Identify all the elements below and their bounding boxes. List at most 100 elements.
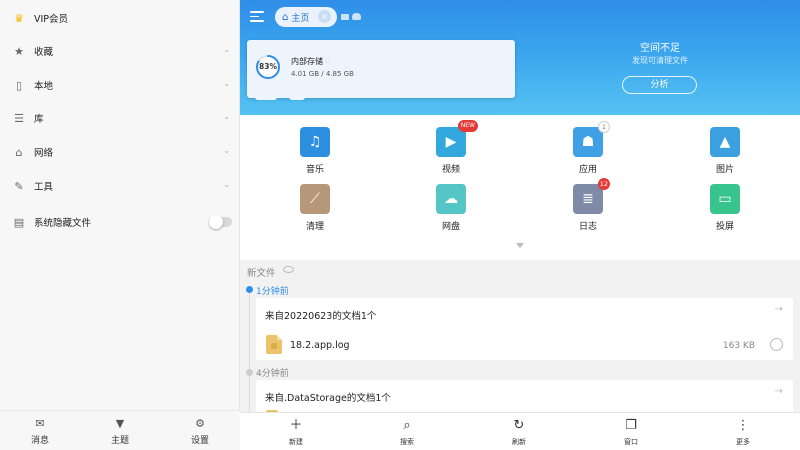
category-images[interactable]: ▲ 图片 [695, 127, 755, 175]
more-icon: ⋮ [736, 418, 750, 433]
space-warning-subtitle: 发现可清理文件 [632, 56, 688, 65]
vip-crown-icon: ♛ [14, 11, 24, 25]
new-badge: NEW [457, 120, 478, 132]
storage-card[interactable]: 83% 内部存储 ◌ 4.01 GB / 4.85 GB [247, 40, 515, 100]
phone-icon: ▯ [15, 78, 23, 92]
toolbar-label: 窗口 [624, 438, 638, 446]
layers-icon: ☰ [14, 111, 24, 125]
category-cast[interactable]: ▭ 投屏 [695, 184, 755, 232]
analyze-button[interactable]: 分析 [622, 76, 697, 94]
category-label: 音乐 [305, 165, 324, 175]
category-label: 网盘 [441, 222, 460, 232]
sidebar-item-label: 网络 [34, 148, 54, 159]
arrow-right-icon[interactable]: → [775, 304, 783, 315]
messages-button[interactable]: ✉ 消息 [10, 417, 70, 446]
count-badge: 12 [597, 178, 610, 190]
file-name[interactable]: 18.2.app.log [290, 340, 350, 351]
recent-files: 新文件 1分钟前 来自20220623的文档1个 → 18.2.app.log … [240, 260, 800, 412]
tab-home-label: 主页 [291, 13, 310, 24]
timeline-dot-active [246, 286, 253, 293]
eye-icon[interactable] [283, 266, 294, 273]
storage-percent: 83% [259, 62, 277, 71]
windows-button[interactable]: ❐ 窗口 [606, 418, 656, 447]
info-icon: ◌ [325, 56, 332, 64]
chevron-down-icon: ⌄ [223, 180, 230, 189]
select-checkbox[interactable] [770, 338, 783, 351]
category-label: 视频 [441, 165, 460, 175]
cloud-icon: ☁ [436, 184, 466, 214]
sidebar-item-tools[interactable]: ✎ 工具 ⌄ [0, 171, 240, 201]
category-label: 清理 [305, 222, 324, 232]
category-label: 投屏 [715, 222, 734, 232]
time-label: 4分钟前 [256, 369, 289, 379]
recent-group-card[interactable]: 来自.DataStorage的文档1个 → [256, 380, 793, 412]
sidebar-item-label: 本地 [34, 81, 54, 92]
file-icon [266, 335, 282, 354]
sidebar-item-network[interactable]: ⌂ 网络 ⌄ [0, 137, 240, 167]
search-icon: ⌕ [403, 418, 411, 433]
chevron-down-icon: ⌄ [223, 146, 230, 155]
recent-files-title: 新文件 [247, 268, 276, 279]
plus-icon: ＋ [289, 418, 303, 433]
category-video[interactable]: ▶ NEW 视频 [421, 120, 481, 175]
tab-home[interactable]: ⌂ 主页 × [275, 7, 337, 27]
recent-group-card[interactable]: 来自20220623的文档1个 → 18.2.app.log 163 KB [256, 298, 793, 360]
category-label: 图片 [715, 165, 734, 175]
chevron-down-icon: ⌄ [223, 79, 230, 88]
video-icon: ▶ NEW [436, 120, 478, 157]
arrow-right-icon[interactable]: → [775, 386, 783, 397]
category-apps[interactable]: ☗ 1 应用 [558, 121, 618, 175]
toolbar-label: 更多 [736, 438, 750, 446]
sidebar-item-favorites[interactable]: ★ 收藏 ⌄ [0, 36, 240, 66]
card-tab-decoration [289, 96, 305, 100]
timeline-line [249, 290, 250, 412]
sidebar: ♛ VIP会员 ★ 收藏 ⌄ ▯ 本地 ⌄ ☰ 库 ⌄ ⌂ 网络 ⌄ ✎ 工具 … [0, 0, 240, 450]
sidebar-item-local[interactable]: ▯ 本地 ⌄ [0, 70, 240, 100]
category-music[interactable]: ♫ 音乐 [285, 127, 345, 175]
file-size: 163 KB [722, 341, 755, 351]
category-clean[interactable]: ⟋ 清理 [285, 184, 345, 232]
settings-button[interactable]: ⚙ 设置 [170, 417, 230, 446]
hidden-files-label: 系统隐藏文件 [34, 218, 92, 229]
toggle-knob [209, 215, 223, 229]
category-label: 日志 [578, 222, 597, 232]
chevron-down-icon: ⌄ [223, 45, 230, 54]
bottom-toolbar: ＋ 新建 ⌕ 搜索 ↻ 刷新 ❐ 窗口 ⋮ 更多 [240, 412, 800, 450]
home-icon: ⌂ [282, 11, 289, 23]
sidebar-item-label: 收藏 [34, 47, 54, 58]
close-tab-icon[interactable]: × [318, 10, 331, 23]
vip-member-item[interactable]: ♛ VIP会员 [0, 3, 240, 33]
header: ⌂ 主页 × 83% 内部存储 ◌ 4.01 GB / 4.85 GB 空间不足… [240, 0, 800, 115]
storage-name: 内部存储 [291, 57, 323, 66]
recent-group-title: 来自.DataStorage的文档1个 [265, 393, 391, 404]
star-icon: ★ [14, 44, 24, 58]
category-cloud[interactable]: ☁ 网盘 [421, 184, 481, 232]
more-button[interactable]: ⋮ 更多 [718, 418, 768, 447]
toolbar-label: 搜索 [400, 438, 414, 446]
hidden-files-toggle[interactable] [209, 215, 232, 229]
expand-caret-icon[interactable] [516, 243, 524, 248]
time-label: 1分钟前 [256, 287, 289, 297]
message-icon: ✉ [35, 417, 45, 430]
category-logs[interactable]: ≣ 12 日志 [558, 178, 618, 232]
settings-label: 设置 [190, 436, 209, 446]
refresh-button[interactable]: ↻ 刷新 [494, 418, 544, 447]
gear-icon: ⚙ [195, 417, 205, 430]
sidebar-bottom-bar: ✉ 消息 ▼ 主题 ⚙ 设置 [0, 410, 240, 450]
new-button[interactable]: ＋ 新建 [271, 418, 321, 447]
sidebar-item-library[interactable]: ☰ 库 ⌄ [0, 103, 240, 133]
count-badge: 1 [598, 121, 610, 133]
cloud-tab-icon[interactable] [352, 13, 361, 20]
shirt-icon: ▼ [115, 417, 125, 430]
broom-icon: ⟋ [300, 184, 330, 214]
android-icon: ☗ 1 [573, 121, 610, 157]
card-tab-decoration [255, 97, 277, 100]
category-grid: ♫ 音乐 ▶ NEW 视频 ☗ 1 应用 ▲ 图片 ⟋ 清理 ☁ 网盘 ≣ 12… [240, 115, 800, 260]
sidebar-item-label: 工具 [34, 182, 54, 193]
search-button[interactable]: ⌕ 搜索 [382, 418, 432, 447]
folder-tab-icon[interactable] [341, 14, 349, 20]
toolbar-label: 刷新 [512, 438, 526, 446]
hidden-file-icon: ▤ [13, 215, 25, 229]
theme-button[interactable]: ▼ 主题 [90, 417, 150, 446]
menu-icon[interactable] [250, 11, 264, 23]
